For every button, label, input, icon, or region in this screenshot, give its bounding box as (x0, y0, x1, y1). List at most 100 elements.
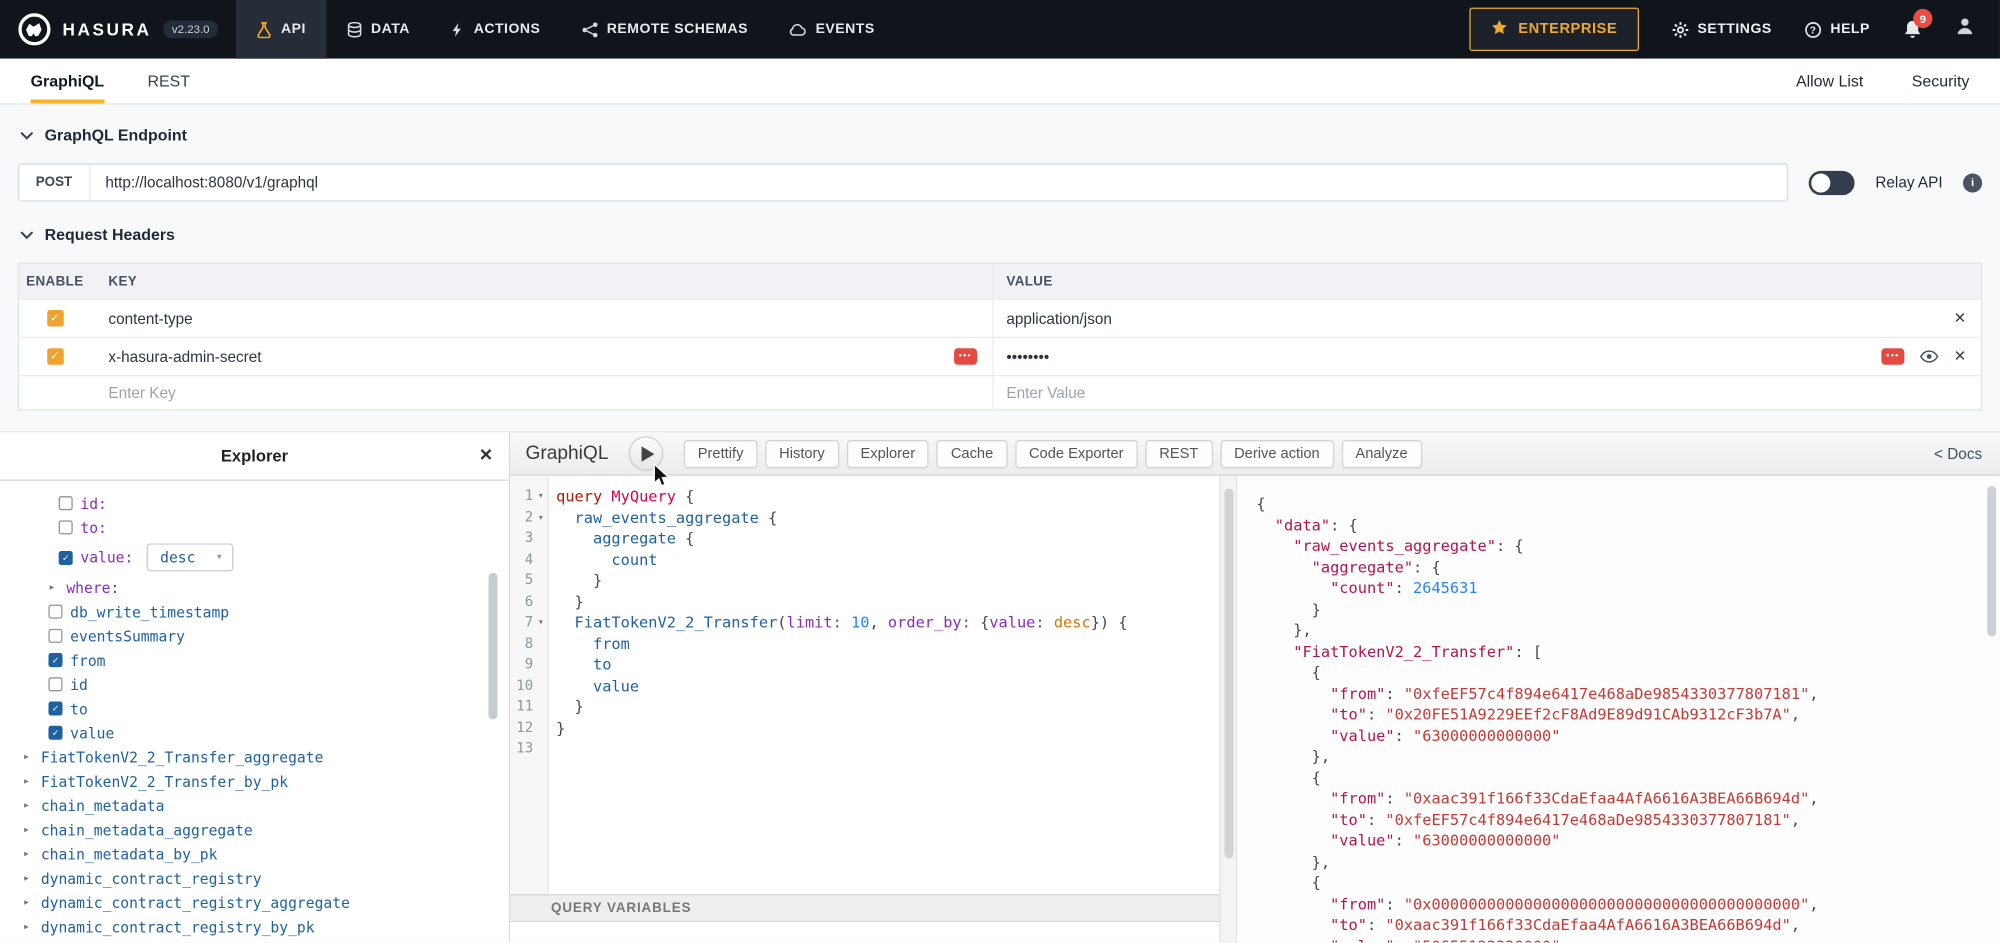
explorer-item-chain-metadata-by-pk[interactable]: ▸chain_metadata_by_pk (0, 842, 509, 866)
endpoint-section-title: GraphQL Endpoint (45, 126, 187, 144)
explorer-checkbox[interactable] (59, 520, 73, 534)
brand[interactable]: HASURA v2.23.0 (0, 0, 236, 59)
query-editor[interactable]: 1▾2▾34567▾8910111213 query MyQuery { raw… (510, 476, 1219, 894)
tree-arrow-icon: ▸ (23, 872, 36, 885)
explorer-item-fiattokenv2-2-transfer-aggregate[interactable]: ▸FiatTokenV2_2_Transfer_aggregate (0, 745, 509, 769)
editor-scrollbar-thumb[interactable] (1224, 489, 1233, 859)
nav-item-remote-schemas[interactable]: REMOTE SCHEMAS (561, 0, 769, 59)
gear-icon (1672, 21, 1689, 38)
response-json: { "data": { "raw_events_aggregate": { "a… (1256, 494, 2000, 943)
help-button[interactable]: ? HELP (1805, 21, 1870, 38)
graphiql-toolbar: GraphiQL PrettifyHistoryExplorerCacheCod… (510, 432, 2000, 475)
explorer-item-id-[interactable]: id: (0, 491, 509, 515)
toolbar-prettify-button[interactable]: Prettify (684, 439, 758, 467)
toggle-knob (1812, 173, 1831, 192)
docs-link[interactable]: < Docs (1934, 445, 1982, 463)
endpoint-url-input[interactable]: POST http://localhost:8080/v1/graphql (18, 163, 1789, 201)
new-header-key-input[interactable]: Enter Key (108, 384, 175, 402)
explorer-item-dynamic-contract-registry-by-pk[interactable]: ▸dynamic_contract_registry_by_pk (0, 915, 509, 939)
explorer-item-value[interactable]: ✓value (0, 721, 509, 745)
explorer-item-db-write-timestamp[interactable]: db_write_timestamp (0, 599, 509, 623)
request-headers-table: ENABLE KEY VALUE ✓content-typeapplicatio… (18, 263, 1982, 411)
link-security[interactable]: Security (1912, 72, 1970, 90)
explorer-item-from[interactable]: ✓from (0, 648, 509, 672)
fold-arrow-icon: ▾ (534, 486, 547, 507)
toolbar-code-exporter-button[interactable]: Code Exporter (1015, 439, 1138, 467)
explorer-item-fiattokenv2-2-transfer-by-pk[interactable]: ▸FiatTokenV2_2_Transfer_by_pk (0, 769, 509, 793)
query-variables-editor[interactable] (510, 922, 1219, 942)
tab-graphiql[interactable]: GraphiQL (31, 59, 105, 104)
toolbar-explorer-button[interactable]: Explorer (846, 439, 929, 467)
explorer-checkbox[interactable] (59, 496, 73, 510)
explorer-item-dynamic-contract-registry[interactable]: ▸dynamic_contract_registry (0, 866, 509, 890)
editor-code[interactable]: query MyQuery { raw_events_aggregate { a… (548, 476, 1219, 894)
explorer-scrollbar[interactable] (489, 573, 498, 720)
explorer-item-eventssummary[interactable]: eventsSummary (0, 624, 509, 648)
sort-direction-select[interactable]: desc▾ (146, 543, 233, 571)
nav-item-actions[interactable]: ACTIONS (430, 0, 560, 59)
code-line: aggregate { (556, 528, 1219, 549)
explorer-checkbox[interactable] (48, 677, 62, 691)
header-enabled-checkbox[interactable]: ✓ (47, 348, 64, 365)
new-header-value-input[interactable]: Enter Value (1006, 384, 1085, 402)
explorer-checkbox[interactable] (48, 629, 62, 643)
explorer-item-label: dynamic_contract_registry_aggregate (41, 893, 350, 911)
info-icon[interactable]: i (1963, 173, 1982, 192)
eye-icon[interactable] (1920, 349, 1939, 363)
editor-scrollbar[interactable] (1219, 476, 1237, 943)
explorer-checkbox[interactable]: ✓ (48, 726, 62, 740)
explorer-item-chain-metadata[interactable]: ▸chain_metadata (0, 793, 509, 817)
link-allow-list[interactable]: Allow List (1796, 72, 1863, 90)
subnav-right-links: Allow List Security (1796, 59, 1969, 104)
nav-item-api[interactable]: API (236, 0, 326, 59)
request-headers-header[interactable]: Request Headers (18, 224, 1982, 244)
explorer-checkbox[interactable]: ✓ (59, 550, 73, 564)
explorer-item-dynamic-contract-registry-aggregate[interactable]: ▸dynamic_contract_registry_aggregate (0, 890, 509, 914)
nav-item-label: DATA (371, 22, 410, 37)
toolbar-cache-button[interactable]: Cache (937, 439, 1007, 467)
explorer-item-to-[interactable]: to: (0, 515, 509, 539)
graphiql-workbench: Explorer × id:to:✓value:desc▾▸where:db_w… (0, 431, 2000, 942)
nav-item-data[interactable]: DATA (326, 0, 430, 59)
endpoint-section-header[interactable]: GraphQL Endpoint (18, 125, 1982, 145)
line-number: 12 (510, 717, 534, 738)
header-value[interactable]: •••••••• (1006, 348, 1049, 366)
tab-list: GraphiQL REST (31, 59, 234, 104)
explorer-item-value-[interactable]: ✓value:desc▾ (0, 540, 509, 576)
header-enabled-checkbox[interactable]: ✓ (47, 310, 64, 327)
explorer-item-id[interactable]: id (0, 672, 509, 696)
line-number: 2 (510, 507, 534, 528)
user-menu-button[interactable] (1955, 17, 1974, 43)
explorer-item-chain-metadata-aggregate[interactable]: ▸chain_metadata_aggregate (0, 818, 509, 842)
explorer-item-where-[interactable]: ▸where: (0, 575, 509, 599)
help-label: HELP (1830, 22, 1869, 37)
enterprise-button[interactable]: ENTERPRISE (1470, 8, 1639, 51)
explorer-checkbox[interactable]: ✓ (48, 653, 62, 667)
line-number: 7 (510, 612, 534, 633)
header-key[interactable]: x-hasura-admin-secret (108, 348, 261, 366)
remove-header-button[interactable]: × (1954, 309, 1965, 328)
toolbar-rest-button[interactable]: REST (1145, 439, 1212, 467)
notifications-button[interactable]: 9 (1903, 19, 1922, 39)
code-line: to (556, 654, 1219, 675)
explorer-checkbox[interactable] (48, 605, 62, 619)
tab-rest[interactable]: REST (148, 59, 191, 104)
header-key[interactable]: content-type (108, 309, 192, 327)
execute-query-button[interactable] (629, 436, 663, 470)
remove-header-button[interactable]: × (1954, 347, 1965, 366)
query-variables-bar[interactable]: QUERY VARIABLES (510, 894, 1219, 922)
code-line: } (556, 570, 1219, 591)
header-value[interactable]: application/json (1006, 309, 1112, 327)
relay-api-toggle[interactable] (1809, 170, 1855, 194)
response-scrollbar[interactable] (1987, 486, 1996, 637)
explorer-item-to[interactable]: ✓to (0, 696, 509, 720)
toolbar-derive-action-button[interactable]: Derive action (1220, 439, 1334, 467)
explorer-checkbox[interactable]: ✓ (48, 702, 62, 716)
settings-button[interactable]: SETTINGS (1672, 21, 1772, 38)
toolbar-analyze-button[interactable]: Analyze (1341, 439, 1421, 467)
close-icon[interactable]: × (480, 443, 493, 469)
line-number: 6 (510, 591, 534, 612)
code-line: } (556, 591, 1219, 612)
toolbar-history-button[interactable]: History (765, 439, 839, 467)
nav-item-events[interactable]: EVENTS (768, 0, 895, 59)
